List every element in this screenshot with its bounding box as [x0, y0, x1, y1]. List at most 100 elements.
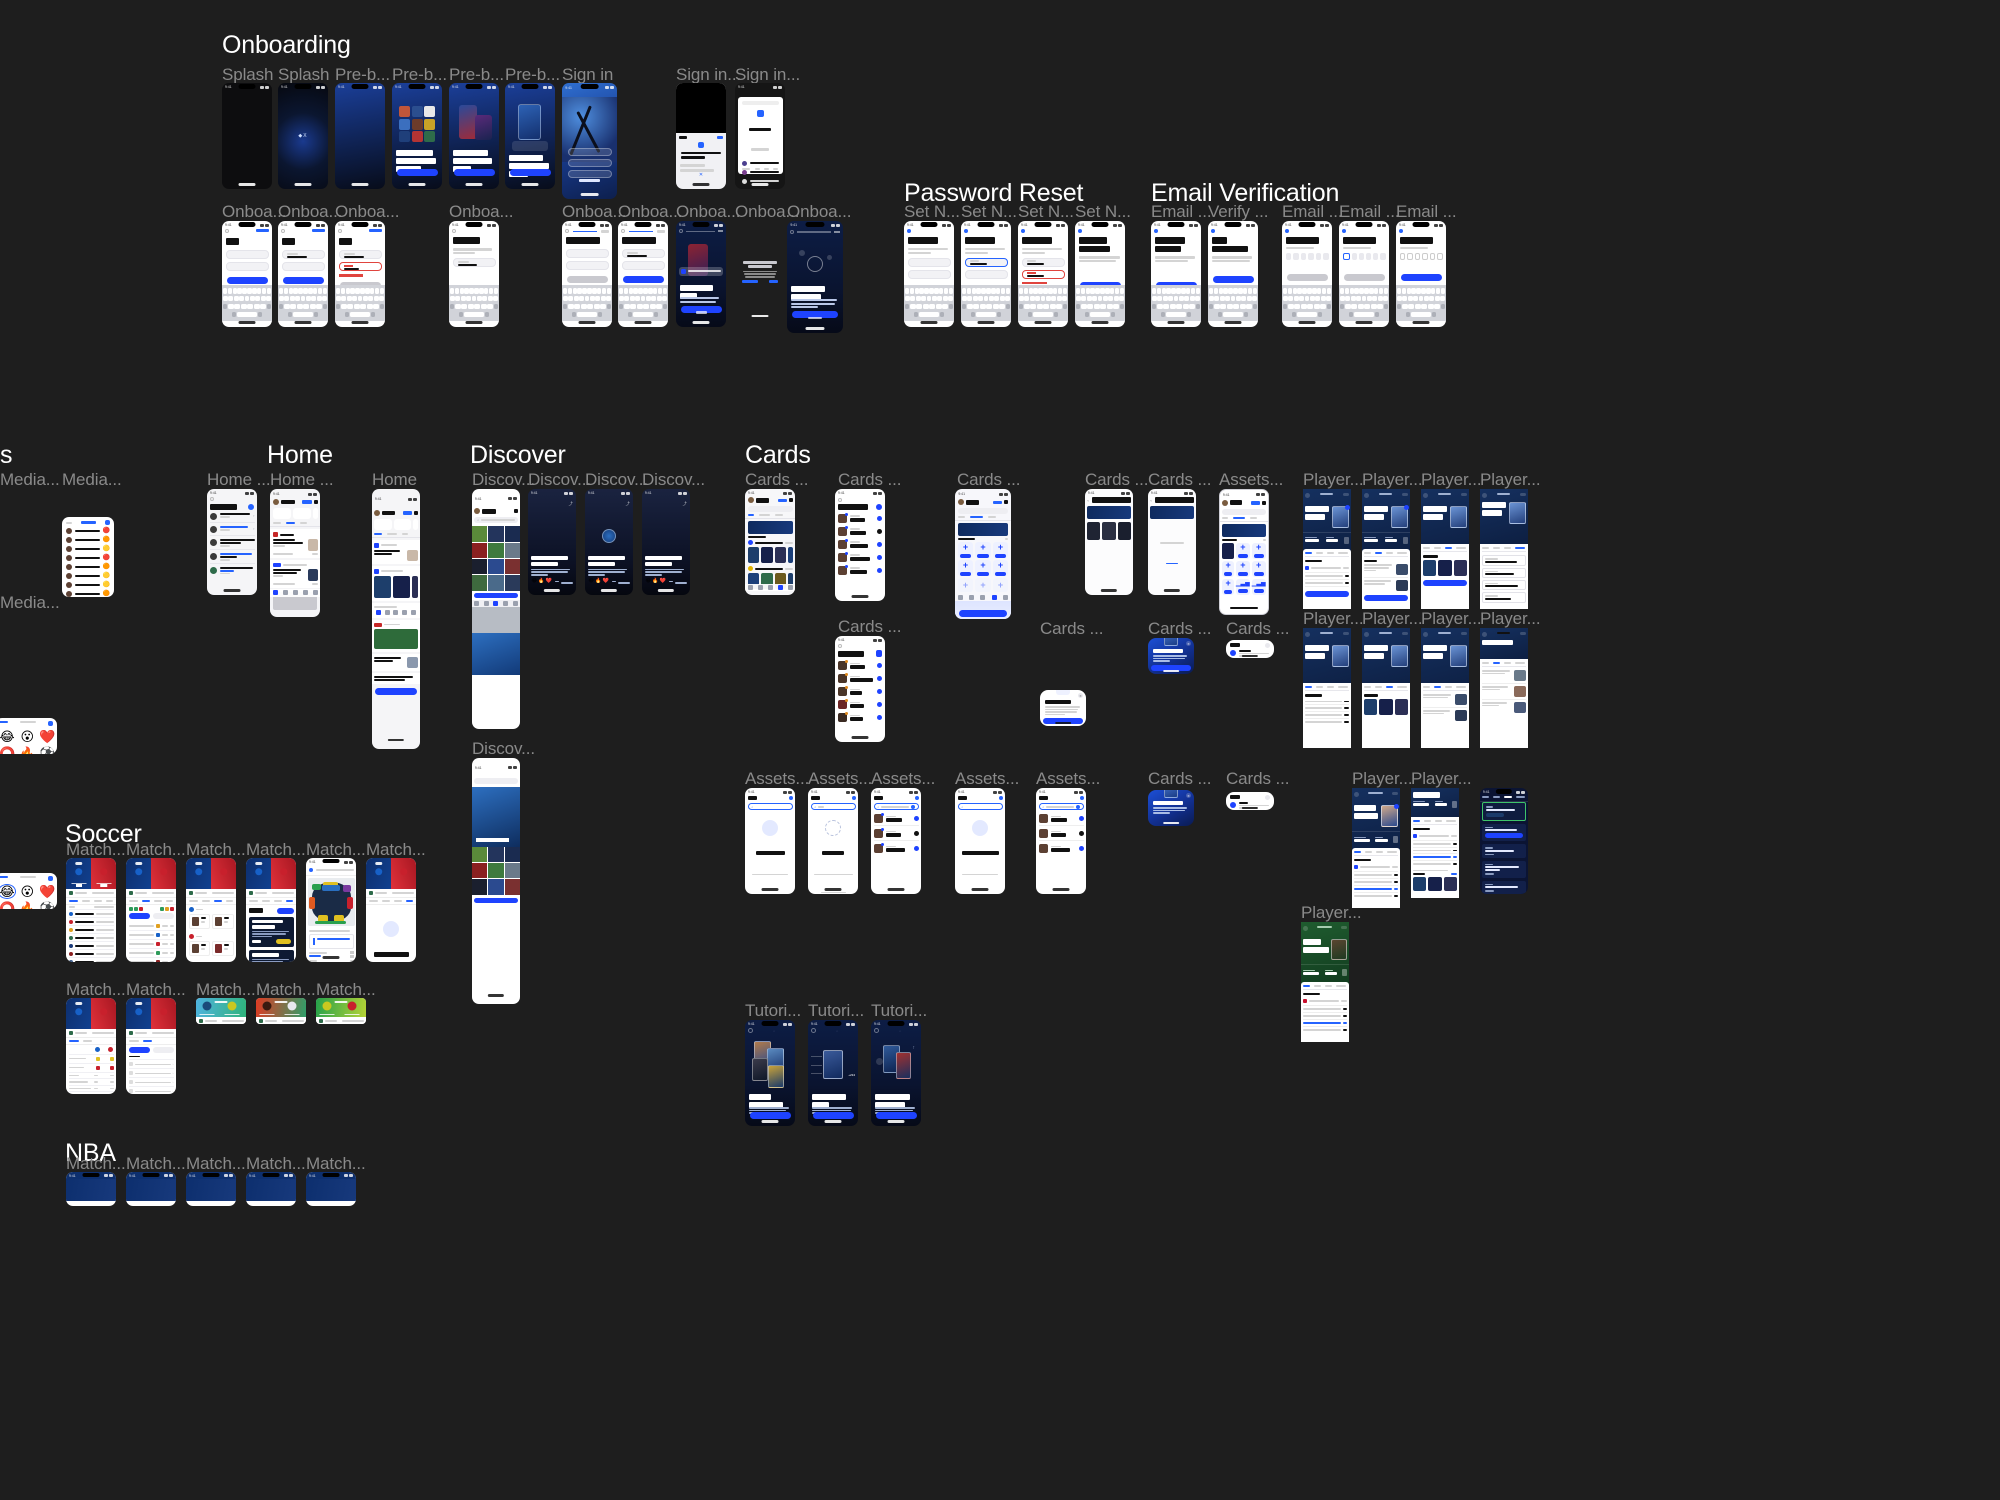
frame-archived-empty[interactable]: 9:41 ‹: [1148, 489, 1196, 595]
tab-matches[interactable]: [1338, 552, 1348, 554]
frame-player-mbappe-stats[interactable]: [1411, 788, 1459, 898]
card-slot[interactable]: +: [957, 542, 974, 559]
tab-news[interactable]: [1316, 552, 1324, 554]
otp-input-group[interactable]: [1339, 252, 1389, 260]
news-row[interactable]: [1364, 578, 1408, 592]
signin-button[interactable]: [282, 277, 324, 285]
frame-set-new-password-filled[interactable]: 9:41: [961, 221, 1011, 327]
promo-banner[interactable]: [747, 521, 793, 535]
emoji[interactable]: ⚽: [39, 747, 55, 754]
card-slot[interactable]: +: [1222, 560, 1234, 577]
avatar[interactable]: [272, 499, 279, 506]
frame-match-standings[interactable]: [66, 858, 116, 962]
player-card[interactable]: [747, 547, 759, 564]
frame-otp-partial[interactable]: 9:41: [1339, 221, 1389, 327]
nav-discover-icon[interactable]: [757, 585, 763, 591]
add-icon[interactable]: [877, 554, 882, 560]
card-slot-chart[interactable]: ▁▃▅: [1235, 578, 1250, 595]
match-card[interactable]: [292, 508, 311, 520]
next-button[interactable]: [396, 169, 438, 177]
frame-signin-filled[interactable]: 9:41: [278, 221, 328, 327]
close-icon[interactable]: [748, 1028, 753, 1034]
promo-banner[interactable]: [1150, 506, 1194, 520]
nav-discover-icon[interactable]: [483, 600, 489, 606]
archived-card[interactable]: [1117, 522, 1131, 541]
tab-for-you[interactable]: [272, 522, 281, 525]
frame-splash-dark[interactable]: 9:41: [222, 83, 272, 189]
search-input[interactable]: [474, 777, 518, 784]
add-icon[interactable]: [877, 715, 882, 721]
stadium-seatmap[interactable]: [307, 878, 355, 927]
frame-player-hakimi-a[interactable]: [1303, 489, 1351, 609]
player-tile[interactable]: [212, 940, 234, 956]
frame-emoji-picker-a[interactable]: 😂 😮 ❤️ 🤩 😊 ⭕ 🔥 ⚽ 👍 😎: [0, 718, 57, 754]
tab-players[interactable]: [94, 900, 102, 902]
verify-button[interactable]: [1400, 273, 1442, 281]
frame-set-new-password-error[interactable]: 9:41: [1018, 221, 1068, 327]
share-icon[interactable]: ⤴: [626, 501, 630, 507]
frame-player-hakimi-g[interactable]: [1421, 628, 1469, 748]
frame-preboarding-fandom[interactable]: 9:41: [449, 83, 499, 189]
add-icon[interactable]: [877, 676, 882, 682]
frame-oauth-chooser[interactable]: 9:41: [735, 83, 785, 189]
standings-row[interactable]: [68, 949, 114, 957]
emoji[interactable]: 🔥: [19, 902, 35, 909]
close-icon[interactable]: [1265, 795, 1270, 800]
frame-cards-home[interactable]: 9:41: [745, 489, 795, 595]
bottom-nav[interactable]: [745, 584, 795, 591]
add-icon[interactable]: [877, 689, 882, 695]
tab-stats[interactable]: [1305, 552, 1313, 554]
tab-my-collection[interactable]: [969, 516, 983, 519]
emoji[interactable]: ⭕: [0, 902, 15, 909]
frame-player-hakimi-h[interactable]: [1480, 628, 1528, 748]
frame-reaction-list[interactable]: 🔴 🟠 🟡 🔴 🟠 🟡 🟡 🟠: [62, 517, 114, 597]
password-field[interactable]: [281, 262, 325, 272]
close-icon[interactable]: [1079, 796, 1084, 801]
archived-card[interactable]: [1087, 522, 1101, 541]
card-slot[interactable]: +: [1251, 542, 1266, 559]
frame-discover-long[interactable]: 9:41: [472, 758, 520, 1004]
roster-row[interactable]: [838, 551, 882, 562]
frame-tickets-empty[interactable]: [366, 858, 416, 962]
back-icon[interactable]: [1364, 493, 1370, 498]
frame-search-players-empty[interactable]: 9:41 ⌕: [745, 788, 795, 894]
card-slot[interactable]: +: [975, 542, 991, 559]
archived-card[interactable]: [1102, 522, 1116, 541]
share-icon[interactable]: ⤴: [683, 501, 687, 507]
bottom-nav[interactable]: [270, 588, 320, 597]
signin-button[interactable]: [226, 277, 268, 285]
account-option[interactable]: [741, 160, 779, 166]
frame-preboarding-points[interactable]: 9:41: [505, 83, 555, 189]
search-input[interactable]: [1222, 508, 1266, 515]
email-field[interactable]: [621, 249, 665, 259]
notification-row[interactable]: ›: [209, 526, 255, 537]
password-field[interactable]: [964, 257, 1008, 267]
nav-home-icon[interactable]: [474, 600, 480, 606]
frame-story-loaded[interactable]: 9:41 ⤴ 😂 🔥 ❤️: [642, 489, 690, 595]
close-icon[interactable]: [874, 1028, 879, 1034]
add-icon[interactable]: [877, 702, 882, 708]
frame-home-notifications[interactable]: 9:41 › ›: [207, 489, 257, 595]
result-row[interactable]: [873, 813, 919, 827]
card-slot[interactable]: +: [1235, 560, 1250, 577]
frame-score-tile-3[interactable]: [316, 998, 366, 1024]
next-button[interactable]: [812, 1111, 854, 1119]
tab-lineups[interactable]: [82, 900, 91, 902]
keyboard[interactable]: [222, 284, 272, 321]
frame-otp-full[interactable]: 9:41: [1396, 221, 1446, 327]
frame-search-results[interactable]: 9:41 ⌕: [871, 788, 921, 894]
frame-tutorial-stack-points[interactable]: 9:41 ◦ ↑: [871, 1020, 921, 1126]
event-row[interactable]: ›: [128, 1068, 174, 1077]
frame-story-plain[interactable]: 9:41 ⤴ 😂 🔥 ❤️: [528, 489, 576, 595]
owned-icon[interactable]: [1078, 831, 1084, 837]
frame-signin-hero[interactable]: 9:41: [562, 83, 617, 199]
create-account-link[interactable]: [311, 229, 325, 233]
otp-input-group[interactable]: [1396, 252, 1446, 260]
result-row[interactable]: [873, 843, 919, 854]
card-slot[interactable]: +: [957, 560, 974, 577]
frame-splash-glow[interactable]: 9:41 ◆X: [278, 83, 328, 189]
dont-allow-button[interactable]: [742, 280, 758, 283]
figma-canvas[interactable]: Onboarding Password Reset Email Verifica…: [0, 0, 2000, 1500]
player-card[interactable]: [1423, 559, 1437, 576]
frame-player-mbappe[interactable]: [1352, 788, 1400, 908]
